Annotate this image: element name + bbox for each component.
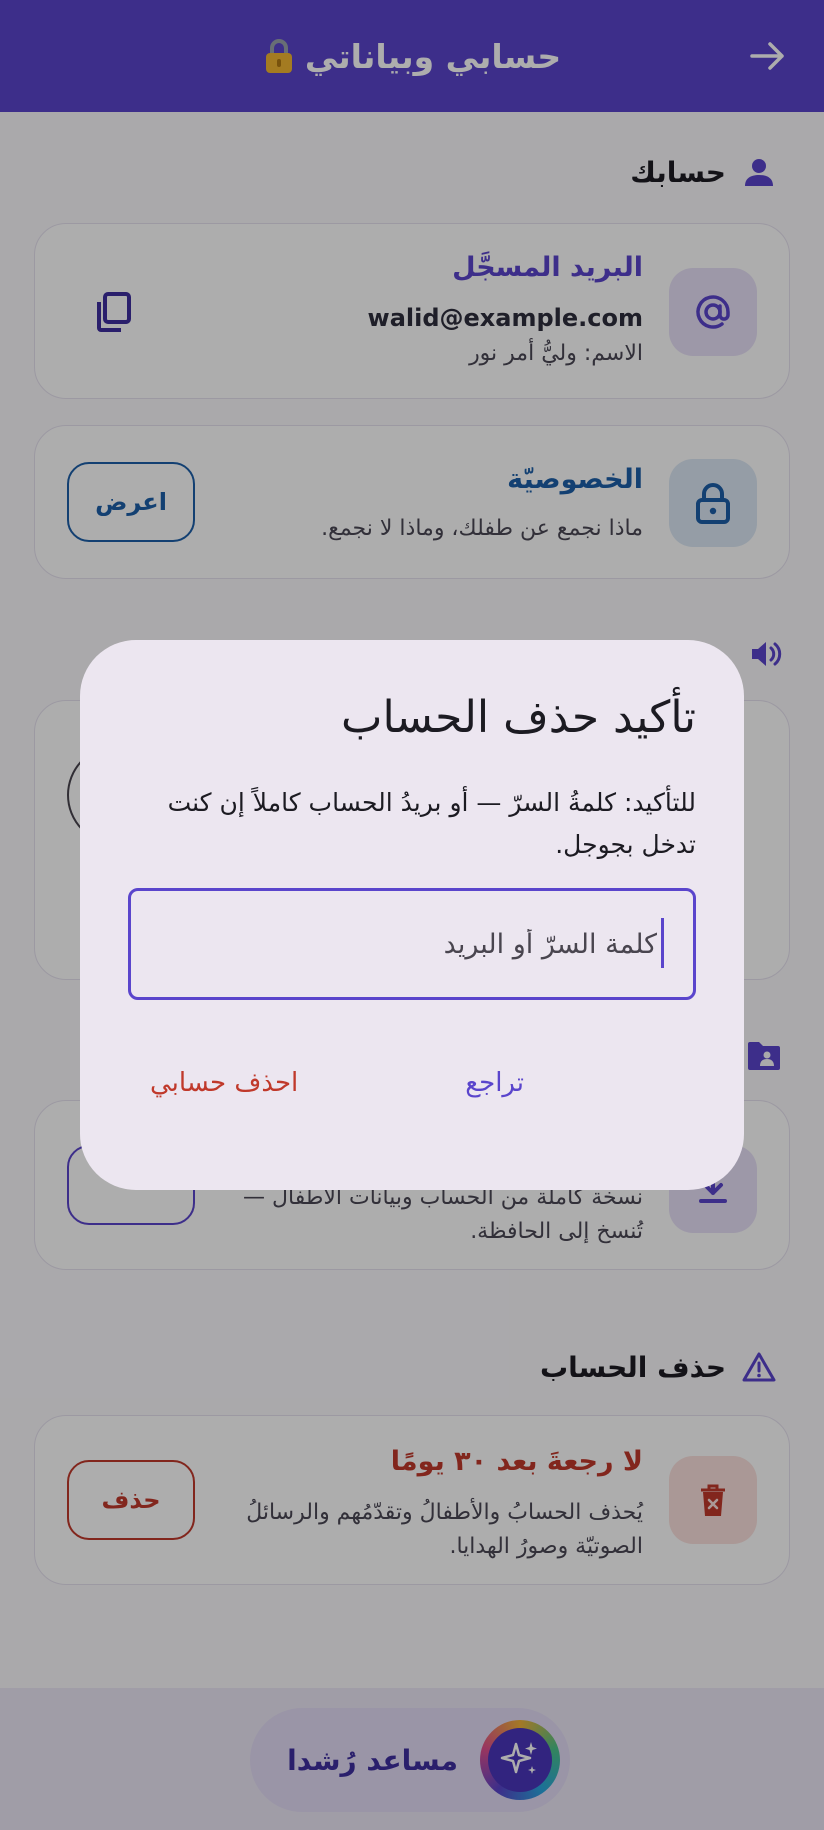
dialog-body: للتأكيد: كلمةُ السرّ — أو بريدُ الحساب ك… <box>167 788 696 859</box>
password-or-email-input[interactable] <box>128 888 696 1000</box>
confirm-delete-button[interactable]: احذف حسابي <box>150 1068 298 1098</box>
cancel-button[interactable]: تراجع <box>465 1068 524 1098</box>
confirm-delete-dialog: تأكيد حذف الحساب للتأكيد: كلمةُ السرّ — … <box>80 640 744 1190</box>
dialog-title: تأكيد حذف الحساب <box>341 692 696 743</box>
text-caret <box>661 918 664 968</box>
